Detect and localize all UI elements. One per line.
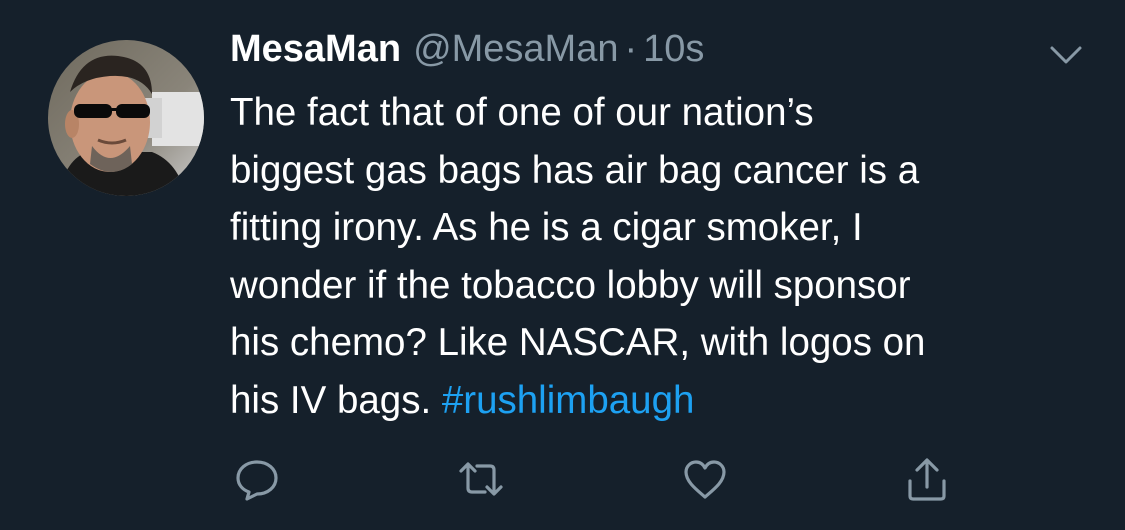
user-handle[interactable]: @MesaMan	[413, 28, 618, 71]
avatar[interactable]	[48, 40, 204, 196]
tweet-text-line: his IV bags.	[230, 378, 442, 422]
share-button[interactable]	[902, 454, 952, 504]
like-icon	[684, 460, 726, 499]
tweet-text-line: his chemo? Like NASCAR, with logos on	[230, 321, 926, 364]
reply-icon	[236, 460, 278, 501]
tweet-text-last-line: his IV bags. #rushlimbaugh	[230, 372, 1090, 430]
tweet-text-line: The fact that of one of our nation’s	[230, 91, 814, 134]
like-button[interactable]	[680, 454, 730, 504]
timestamp[interactable]: 10s	[643, 28, 704, 71]
chevron-down-icon[interactable]	[1046, 40, 1086, 70]
retweet-button[interactable]	[456, 454, 506, 504]
separator-dot: ·	[624, 28, 638, 70]
tweet-header: MesaMan @MesaMan · 10s	[230, 28, 704, 80]
tweet-text-line: biggest gas bags has air bag cancer is a	[230, 148, 920, 192]
tweet-text-line: wonder if the tobacco lobby will sponsor	[230, 263, 911, 307]
hashtag-link[interactable]: #rushlimbaugh	[442, 379, 695, 422]
share-icon	[908, 458, 946, 501]
display-name[interactable]: MesaMan	[230, 28, 401, 71]
tweet-text: The fact that of one of our nation’s big…	[230, 84, 1090, 429]
tweet: MesaMan @MesaMan · 10s The fact that of …	[0, 0, 1125, 530]
tweet-text-line: fitting irony. As he is a cigar smoker, …	[230, 206, 863, 249]
reply-button[interactable]	[232, 454, 282, 504]
retweet-icon	[459, 462, 503, 496]
